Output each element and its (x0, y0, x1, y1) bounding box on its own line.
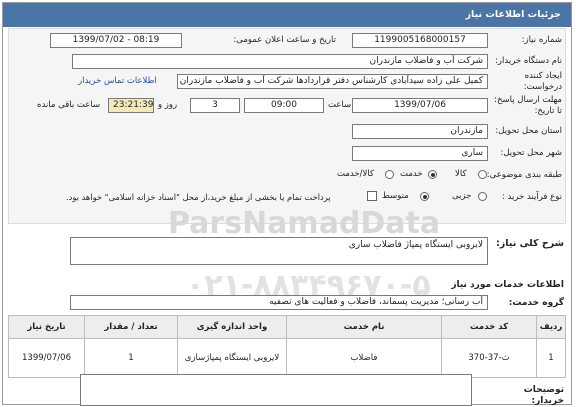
remaining-days-field: 3 (190, 98, 240, 113)
treasury-payment-note: پرداخت تمام یا بخشی از مبلغ خرید،از محل … (66, 192, 331, 202)
summary-field[interactable]: لایروبی ایستگاه پمپاژ فاضلاب ساری (70, 237, 488, 265)
table-header-row: ردیف کد خدمت نام خدمت واحد اندازه گیری ت… (8, 315, 566, 339)
deadline-date-field[interactable]: 1399/07/06 (352, 98, 488, 113)
category-radio-goods[interactable] (478, 170, 487, 179)
announce-date-field[interactable]: 1399/07/02 - 08:19 (50, 33, 182, 48)
col-service-name: نام خدمت (286, 315, 442, 339)
col-need-date: تاریخ نیاز (8, 315, 85, 339)
deadline-time-label: ساعت (328, 100, 352, 110)
category-radio-goods-service[interactable] (385, 170, 394, 179)
service-group-label: گروه خدمت: (508, 298, 564, 308)
summary-label: شرح کلی نیاز: (495, 238, 564, 249)
deadline-time-field[interactable]: 09:00 (244, 98, 324, 113)
process-radio-minor[interactable] (478, 192, 487, 201)
process-radio-medium[interactable] (420, 192, 429, 201)
category-radio-service[interactable] (428, 170, 437, 179)
treasury-payment-checkbox[interactable] (367, 191, 377, 201)
buyer-notes-field[interactable] (80, 374, 472, 406)
category-option-goods-service: کالا/خدمت (337, 169, 374, 179)
service-group-field[interactable]: آب رسانی؛ مدیریت پسماند، فاضلاب و فعالیت… (70, 295, 488, 310)
need-number-label: شماره نیاز: (521, 35, 562, 45)
col-service-code: کد خدمت (441, 315, 537, 339)
col-unit: واحد اندازه گیری (177, 315, 287, 339)
cell-row-number: 1 (536, 338, 566, 378)
table-row: 1 ث-37-370 فاضلاب لایروبی ایستگاه پمپاژس… (8, 338, 566, 378)
buyer-notes-label: توضیحات خریدار: (523, 385, 564, 406)
city-label: شهر محل تحویل: (500, 148, 562, 158)
process-option-medium: متوسط (382, 191, 409, 201)
services-heading: اطلاعات خدمات مورد نیاز (451, 280, 564, 290)
province-field[interactable]: مازندران (352, 124, 488, 139)
cell-need-date: 1399/07/06 (8, 338, 85, 378)
col-quantity: تعداد / مقدار (84, 315, 178, 339)
cell-quantity: 1 (84, 338, 178, 378)
cell-unit: لایروبی ایستگاه پمپاژسازی (177, 338, 287, 378)
category-option-goods: کالا (455, 169, 467, 179)
announce-date-label: تاریخ و ساعت اعلان عمومی: (233, 35, 336, 45)
col-row-number: ردیف (536, 315, 566, 339)
services-table: ردیف کد خدمت نام خدمت واحد اندازه گیری ت… (8, 315, 566, 378)
deadline-label: مهلت ارسال پاسخ: تا تاریخ: (494, 95, 562, 116)
days-label: روز و (158, 100, 178, 110)
buyer-name-field[interactable]: شرکت آب و فاضلاب مازندران (72, 54, 488, 69)
category-option-service: خدمت (400, 169, 423, 179)
remaining-time-field: 23:21:39 (108, 98, 154, 113)
process-label: نوع فرآیند خرید : (501, 192, 562, 202)
buyer-contact-link[interactable]: اطلاعات تماس خریدار (78, 76, 157, 86)
creator-field[interactable]: کمیل علی زاده سیدآبادی کارشناس دفتر قرار… (177, 74, 488, 89)
category-label: طبقه بندی موضوعی: (486, 170, 562, 180)
cell-service-code: ث-37-370 (441, 338, 537, 378)
city-field[interactable]: ساری (352, 146, 488, 161)
remaining-time-label: ساعت باقی مانده (37, 100, 101, 110)
need-number-field[interactable]: 1199005168000157 (352, 33, 488, 48)
creator-label: ایجاد کننده درخواست: (523, 71, 562, 92)
process-option-minor: جزیی (452, 191, 472, 201)
cell-service-name: فاضلاب (286, 338, 442, 378)
page-title: جزئیات اطلاعات نیاز (3, 3, 571, 27)
buyer-name-label: نام دستگاه خریدار: (495, 56, 562, 66)
province-label: استان محل تحویل: (495, 126, 562, 136)
